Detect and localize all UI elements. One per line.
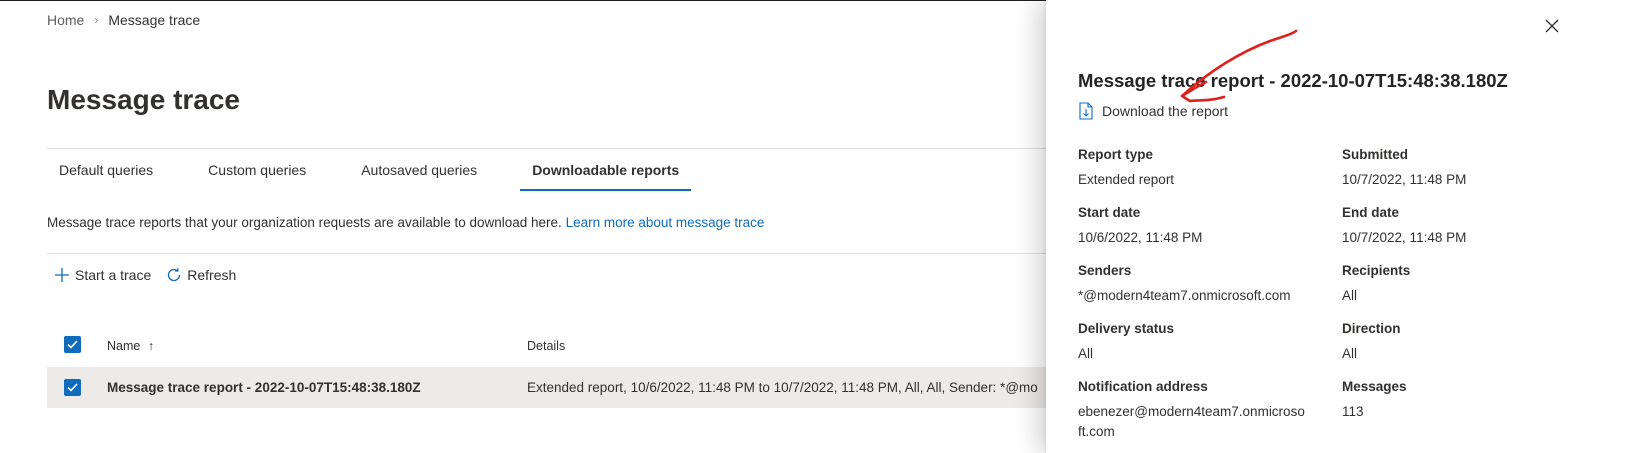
row-details: Extended report, 10/6/2022, 11:48 PM to … xyxy=(527,380,1038,395)
column-header-details[interactable]: Details xyxy=(527,339,565,353)
command-bar: Start a trace Refresh xyxy=(53,266,250,284)
plus-icon xyxy=(53,266,71,284)
field-notification-address: Notification address ebenezer@modern4tea… xyxy=(1078,379,1306,442)
field-label: Recipients xyxy=(1342,263,1411,278)
field-submitted: Submitted 10/7/2022, 11:48 PM xyxy=(1342,147,1582,190)
breadcrumb-home[interactable]: Home xyxy=(47,12,84,28)
select-all-checkbox[interactable] xyxy=(64,336,81,353)
field-label: Notification address xyxy=(1078,379,1208,394)
grid-header: Name ↑ Details xyxy=(47,333,1047,359)
field-value: 10/7/2022, 11:48 PM xyxy=(1342,172,1467,187)
field-label: Messages xyxy=(1342,379,1407,394)
field-value: All xyxy=(1078,346,1094,361)
field-label: Delivery status xyxy=(1078,321,1175,336)
column-name-label: Name xyxy=(107,339,141,353)
field-recipients: Recipients All xyxy=(1342,263,1582,306)
close-button[interactable] xyxy=(1542,16,1562,36)
table-row[interactable]: Message trace report - 2022-10-07T15:48:… xyxy=(47,367,1047,408)
tabs-divider xyxy=(47,148,1047,149)
tab-downloadable-reports[interactable]: Downloadable reports xyxy=(520,162,692,191)
field-senders: Senders *@modern4team7.onmicrosoft.com xyxy=(1078,263,1318,306)
row-checkbox[interactable] xyxy=(64,379,81,396)
command-divider xyxy=(47,253,1047,254)
download-document-icon xyxy=(1078,102,1094,120)
field-direction: Direction All xyxy=(1342,321,1582,364)
learn-more-link[interactable]: Learn more about message trace xyxy=(566,215,765,230)
download-report-label: Download the report xyxy=(1102,103,1229,119)
page-description: Message trace reports that your organiza… xyxy=(47,215,764,230)
field-delivery-status: Delivery status All xyxy=(1078,321,1318,364)
description-text: Message trace reports that your organiza… xyxy=(47,215,566,230)
tab-list: Default queries Custom queries Autosaved… xyxy=(47,162,722,191)
field-value: 10/7/2022, 11:48 PM xyxy=(1342,230,1467,245)
refresh-button[interactable]: Refresh xyxy=(165,266,236,284)
chevron-right-icon: › xyxy=(94,13,99,27)
breadcrumb-current: Message trace xyxy=(108,12,201,28)
field-label: Start date xyxy=(1078,205,1141,220)
checkmark-icon xyxy=(67,383,78,392)
row-name[interactable]: Message trace report - 2022-10-07T15:48:… xyxy=(107,380,421,395)
field-start-date: Start date 10/6/2022, 11:48 PM xyxy=(1078,205,1318,248)
tab-autosaved-queries[interactable]: Autosaved queries xyxy=(349,162,489,178)
sort-ascending-icon: ↑ xyxy=(147,339,155,353)
breadcrumb: Home › Message trace xyxy=(47,12,200,28)
field-value: All xyxy=(1342,288,1358,303)
panel-title: Message trace report - 2022-10-07T15:48:… xyxy=(1078,70,1508,91)
field-label: Report type xyxy=(1078,147,1154,162)
field-value: Extended report xyxy=(1078,172,1175,187)
field-report-type: Report type Extended report xyxy=(1078,147,1318,190)
refresh-label: Refresh xyxy=(187,267,237,283)
field-label: End date xyxy=(1342,205,1400,220)
field-value: 113 xyxy=(1342,404,1364,419)
tab-default-queries[interactable]: Default queries xyxy=(47,162,165,178)
refresh-icon xyxy=(165,266,183,284)
tab-custom-queries[interactable]: Custom queries xyxy=(196,162,318,178)
download-report-button[interactable]: Download the report xyxy=(1078,102,1228,120)
field-value: All xyxy=(1342,346,1358,361)
field-value: ebenezer@modern4team7.onmicrosoft.com xyxy=(1078,404,1305,439)
field-label: Submitted xyxy=(1342,147,1408,162)
close-icon xyxy=(1545,19,1559,33)
field-end-date: End date 10/7/2022, 11:48 PM xyxy=(1342,205,1582,248)
page-title: Message trace xyxy=(47,84,241,115)
start-trace-label: Start a trace xyxy=(75,267,152,283)
field-value: *@modern4team7.onmicrosoft.com xyxy=(1078,288,1291,303)
start-trace-button[interactable]: Start a trace xyxy=(53,266,151,284)
checkmark-icon xyxy=(67,340,78,349)
report-details-panel: Message trace report - 2022-10-07T15:48:… xyxy=(1046,0,1642,453)
field-messages: Messages 113 xyxy=(1342,379,1582,422)
field-label: Direction xyxy=(1342,321,1401,336)
field-value: 10/6/2022, 11:48 PM xyxy=(1078,230,1203,245)
field-label: Senders xyxy=(1078,263,1132,278)
column-header-name[interactable]: Name ↑ xyxy=(107,339,154,353)
